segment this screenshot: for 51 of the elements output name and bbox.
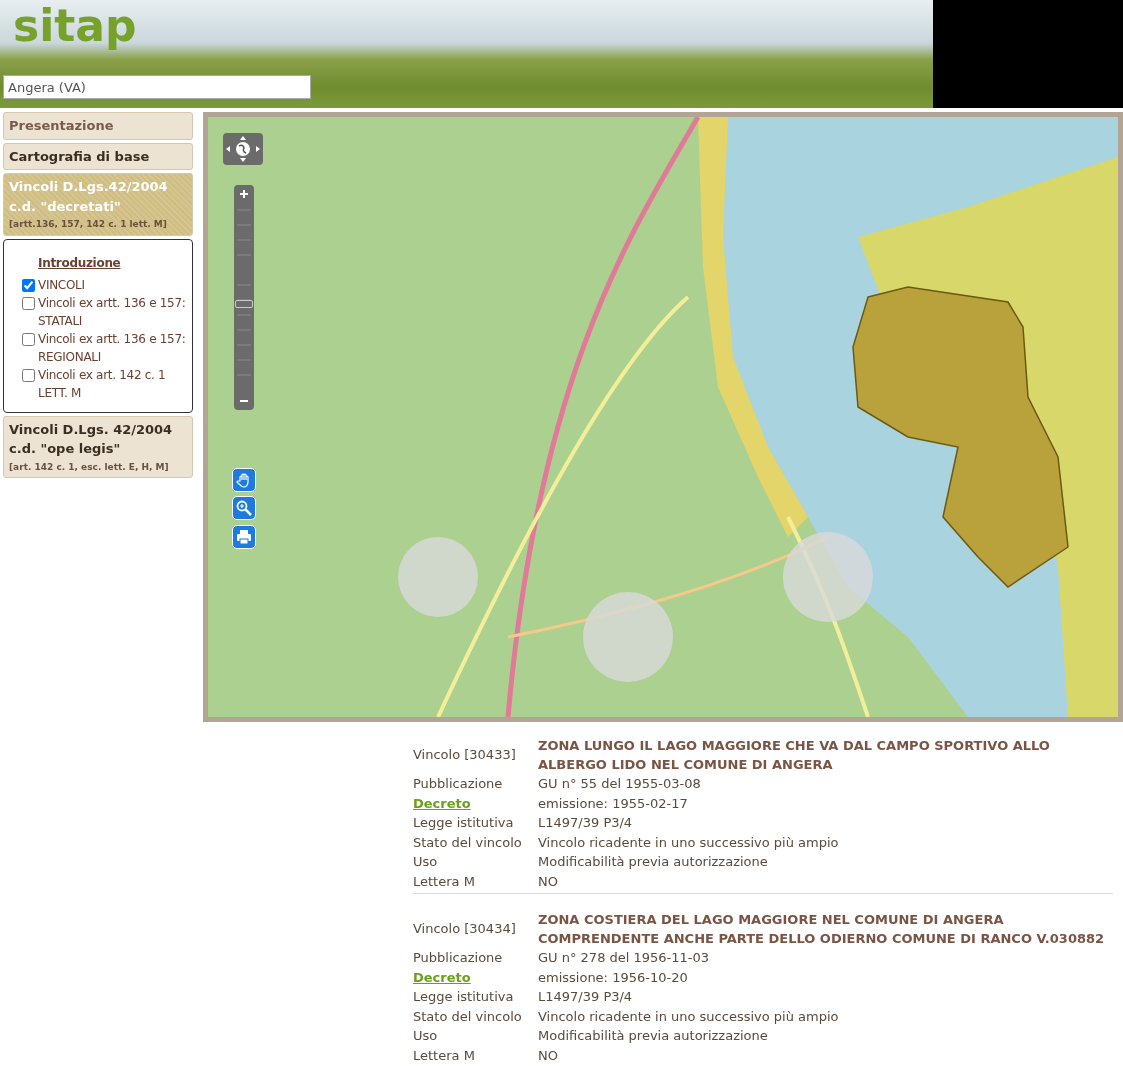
field-label: Lettera M — [413, 1046, 476, 1065]
layer-checkbox[interactable] — [22, 332, 35, 346]
field-label: Stato del vincolo — [413, 1007, 523, 1026]
field-value: Vincolo ricadente in uno successivo più ampio — [538, 833, 840, 852]
field-value: Modificabilità previa autorizzazione — [538, 853, 769, 871]
layer-label: VINCOLI — [38, 276, 85, 294]
zoom-slider-thumb[interactable] — [235, 300, 253, 309]
decree-link[interactable]: Decreto — [413, 967, 538, 987]
layer-checkbox[interactable] — [22, 368, 35, 382]
field-value: Vincolo ricadente in uno successivo più ampio — [538, 1007, 840, 1026]
field-label: Legge istitutiva — [413, 814, 515, 832]
field-value: NO — [538, 872, 559, 891]
record-title: ZONA COSTIERA DEL LAGO MAGGIORE NEL COMUNE DI ANGERA COMPRENDENTE ANCHE PARTE DELLO ODIERNO COMUNE DI RANCO V.030882 — [538, 911, 1106, 948]
printer-icon — [236, 529, 252, 545]
field-label: Lettera M — [413, 872, 476, 891]
print-button[interactable] — [232, 525, 256, 549]
hand-tool-button[interactable] — [232, 468, 256, 492]
field-label: Uso — [413, 853, 439, 871]
accordion-header[interactable]: Vincoli D.Lgs. 42/2004 c.d. "ope legis" [art. 142 c. 1, esc. lett. E, H, M] — [3, 415, 193, 478]
layer-checkbox[interactable] — [22, 278, 35, 292]
field-label: Pubblicazione — [413, 949, 504, 967]
field-value: Modificabilità previa autorizzazione — [538, 1027, 769, 1045]
layer-label: Vincoli ex art. 142 c. 1 LETT. M — [38, 366, 167, 402]
field-value: emissione: 1955-02-17 — [538, 794, 689, 813]
field-value: NO — [538, 1046, 559, 1065]
hand-icon — [236, 472, 252, 488]
layer-label: Vincoli ex artt. 136 e 157: REGIONALI — [38, 330, 187, 366]
field-label: Vincolo [30433] — [413, 746, 517, 765]
search-field[interactable]: Angera (VA) — [3, 75, 311, 99]
layer-label: Vincoli ex artt. 136 e 157: STATALI — [38, 294, 187, 330]
record-title: ZONA LUNGO IL LAGO MAGGIORE CHE VA DAL CAMPO SPORTIVO ALLO ALBERGO LIDO NEL COMUNE DI ANGERA — [538, 737, 1051, 774]
field-label: Legge istitutiva — [413, 988, 515, 1006]
field-value: L1497/39 P3/4 — [538, 988, 634, 1006]
accordion-header[interactable]: Cartografia di base — [3, 142, 193, 170]
introduction-link[interactable]: Introduzione — [38, 253, 121, 272]
pan-control[interactable] — [223, 133, 263, 165]
field-value: GU n° 278 del 1956-11-03 — [538, 949, 711, 967]
field-label: Stato del vincolo — [413, 833, 523, 852]
field-value: emissione: 1956-10-20 — [538, 968, 689, 987]
layer-checkbox[interactable] — [22, 296, 35, 310]
field-value: GU n° 55 del 1955-03-08 — [538, 775, 702, 793]
field-label: Vincolo [30434] — [413, 920, 517, 939]
accordion-header[interactable]: Vincoli D.Lgs.42/2004 c.d. "decretati" [artt.136, 157, 142 c. 1 lett. M] — [3, 173, 193, 236]
accordion-header[interactable]: Presentazione — [3, 112, 193, 140]
zoom-tool-button[interactable] — [232, 496, 256, 520]
field-label: Uso — [413, 1027, 439, 1045]
field-label: Pubblicazione — [413, 775, 504, 793]
field-value: L1497/39 P3/4 — [538, 814, 634, 832]
decree-link[interactable]: Decreto — [413, 793, 538, 813]
zoom-icon — [236, 500, 252, 516]
zoom-bar[interactable] — [234, 185, 254, 410]
